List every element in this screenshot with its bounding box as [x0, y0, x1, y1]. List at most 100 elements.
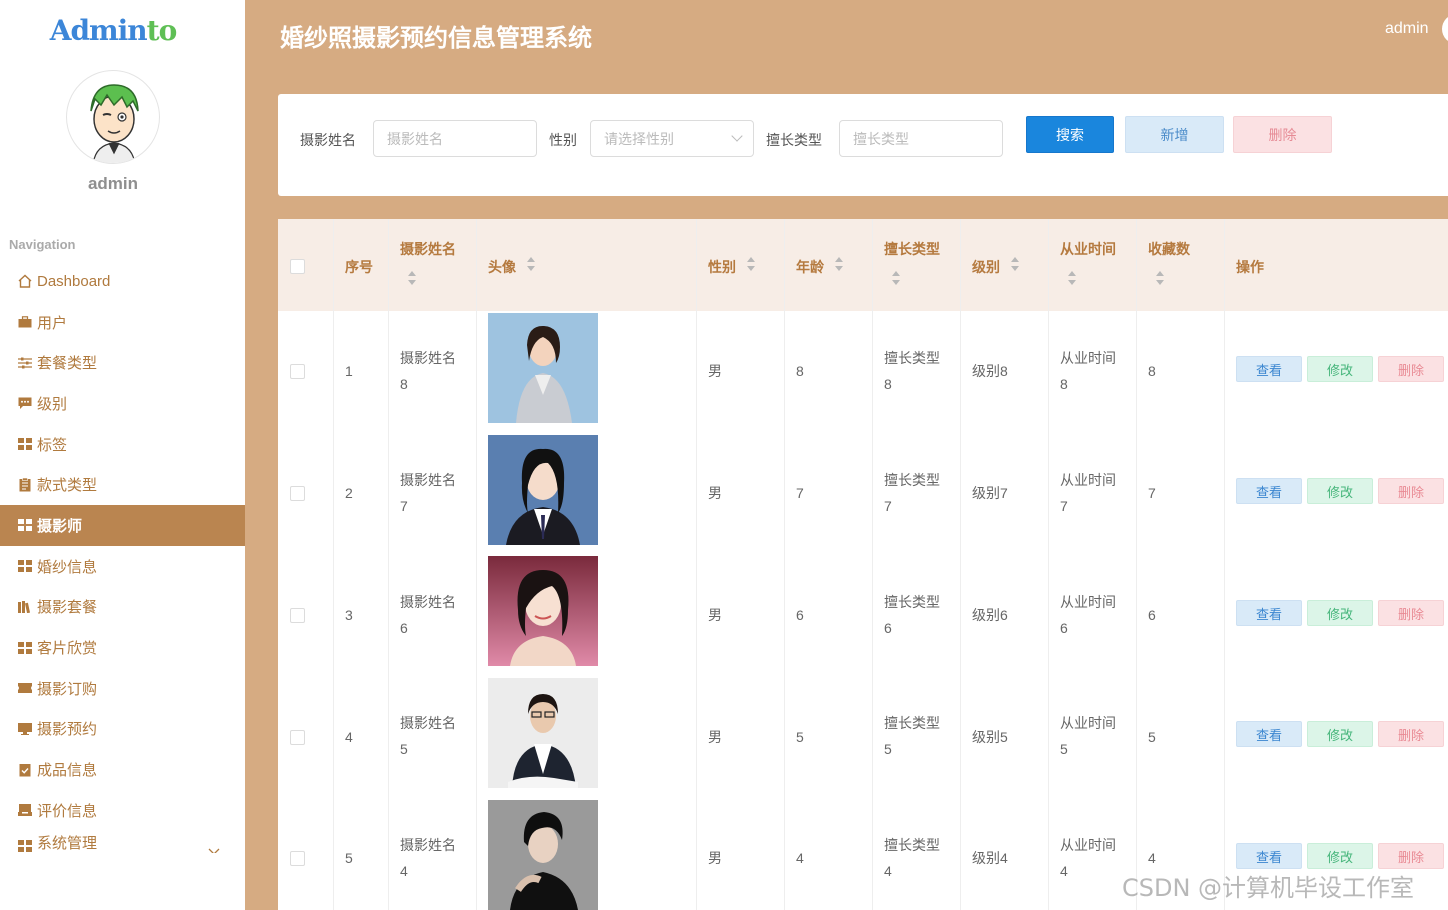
view-button[interactable]: 查看 [1236, 843, 1302, 869]
edit-button[interactable]: 修改 [1307, 843, 1373, 869]
cell-years-line1: 从业时间 [1060, 594, 1116, 610]
avatar-photo[interactable] [488, 435, 598, 545]
sidebar-item-dashboard[interactable]: Dashboard [0, 261, 245, 302]
cell-age: 4 [796, 850, 804, 866]
view-button[interactable]: 查看 [1236, 478, 1302, 504]
edit-button[interactable]: 修改 [1307, 478, 1373, 504]
cell-years-line2: 4 [1060, 863, 1068, 879]
delete-button[interactable]: 删除 [1378, 478, 1444, 504]
cell-type-line2: 5 [884, 741, 892, 757]
edit-button[interactable]: 修改 [1307, 600, 1373, 626]
home-icon [17, 274, 33, 289]
batch-delete-button[interactable]: 删除 [1233, 116, 1332, 153]
row-checkbox[interactable] [290, 486, 305, 501]
column-header-name[interactable]: 摄影姓名 [389, 219, 477, 311]
cell-age: 8 [796, 363, 804, 379]
cell-type-line1: 擅长类型 [884, 837, 940, 853]
sort-icon[interactable] [1011, 257, 1020, 271]
sidebar-item-style-types[interactable]: 款式类型 [0, 464, 245, 505]
sidebar-item-label: 级别 [37, 395, 68, 413]
cell-level: 级别4 [972, 850, 1008, 866]
grid-icon [17, 839, 33, 853]
cell-gender: 男 [708, 485, 722, 501]
view-button[interactable]: 查看 [1236, 600, 1302, 626]
sidebar-item-system[interactable]: 系统管理 [0, 831, 245, 853]
type-search-input[interactable]: 擅长类型 [839, 120, 1003, 157]
sort-icon[interactable] [408, 271, 417, 285]
column-label: 性别 [708, 259, 736, 275]
sidebar-item-package-types[interactable]: 套餐类型 [0, 342, 245, 383]
page-title: 婚纱照摄影预约信息管理系统 [280, 25, 592, 52]
column-header-level[interactable]: 级别 [961, 219, 1049, 311]
column-divider [1136, 219, 1137, 910]
column-header-avatar[interactable]: 头像 [477, 219, 697, 311]
cell-favorites: 5 [1148, 729, 1156, 745]
sidebar-item-label: 摄影师 [37, 517, 83, 535]
sort-icon[interactable] [527, 257, 536, 271]
edit-button[interactable]: 修改 [1307, 721, 1373, 747]
row-checkbox[interactable] [290, 851, 305, 866]
column-header-age[interactable]: 年龄 [785, 219, 873, 311]
sidebar-item-orders[interactable]: 摄影订购 [0, 668, 245, 709]
avatar-photo[interactable] [488, 556, 598, 666]
document-icon [17, 477, 33, 492]
cell-gender: 男 [708, 729, 722, 745]
sort-icon[interactable] [892, 271, 901, 285]
chevron-down-icon[interactable] [208, 845, 220, 853]
user-avatar[interactable] [1442, 14, 1448, 44]
sidebar-item-reviews[interactable]: 评价信息 [0, 790, 245, 831]
column-header-favorites[interactable]: 收藏数 [1137, 219, 1225, 311]
cell-age: 6 [796, 607, 804, 623]
sidebar-item-products[interactable]: 成品信息 [0, 749, 245, 790]
column-divider [476, 219, 477, 910]
add-button[interactable]: 新增 [1125, 116, 1224, 153]
row-checkbox[interactable] [290, 608, 305, 623]
sidebar-item-photo-packages[interactable]: 摄影套餐 [0, 587, 245, 628]
sidebar-item-tags[interactable]: 标签 [0, 424, 245, 465]
avatar-photo[interactable] [488, 800, 598, 910]
sidebar-item-gallery[interactable]: 客片欣赏 [0, 627, 245, 668]
sidebar-username: admin [87, 174, 139, 193]
row-checkbox[interactable] [290, 730, 305, 745]
sort-icon[interactable] [747, 257, 756, 271]
photographer-table: 序号 摄影姓名 头像 性别 年龄 擅长类型 级别 从业时间 收藏数 操作 1 摄… [278, 219, 1448, 910]
view-button[interactable]: 查看 [1236, 721, 1302, 747]
brand-logo[interactable]: Adminto [0, 14, 226, 47]
delete-button[interactable]: 删除 [1378, 356, 1444, 382]
sidebar-item-levels[interactable]: 级别 [0, 383, 245, 424]
avatar[interactable] [66, 70, 160, 164]
sort-icon[interactable] [835, 257, 844, 271]
sidebar-item-label: 用户 [37, 314, 68, 332]
sidebar-item-wedding-dress[interactable]: 婚纱信息 [0, 546, 245, 587]
cell-name-line1: 摄影姓名 [400, 350, 456, 366]
cell-type-line2: 6 [884, 620, 892, 636]
sidebar-item-users[interactable]: 用户 [0, 302, 245, 343]
column-header-years[interactable]: 从业时间 [1049, 219, 1137, 311]
view-button[interactable]: 查看 [1236, 356, 1302, 382]
sidebar-item-reservations[interactable]: 摄影预约 [0, 709, 245, 750]
avatar-photo[interactable] [488, 313, 598, 423]
sidebar-item-label: 成品信息 [37, 762, 98, 780]
edit-button[interactable]: 修改 [1307, 356, 1373, 382]
sort-icon[interactable] [1068, 271, 1077, 285]
cell-index: 2 [345, 485, 353, 501]
column-label: 擅长类型 [884, 241, 940, 257]
sidebar-item-photographers[interactable]: 摄影师 [0, 505, 245, 546]
avatar-photo[interactable] [488, 678, 598, 788]
sidebar-item-label: 婚纱信息 [37, 558, 98, 576]
delete-button[interactable]: 删除 [1378, 600, 1444, 626]
delete-button[interactable]: 删除 [1378, 721, 1444, 747]
name-search-input[interactable]: 摄影姓名 [373, 120, 537, 157]
comment-icon [17, 396, 33, 410]
column-header-type[interactable]: 擅长类型 [873, 219, 961, 311]
row-checkbox[interactable] [290, 364, 305, 379]
search-button[interactable]: 搜索 [1026, 116, 1114, 153]
column-header-gender[interactable]: 性别 [697, 219, 785, 311]
select-all-checkbox[interactable] [290, 259, 305, 274]
sort-icon[interactable] [1156, 271, 1165, 285]
cell-name-line2: 5 [400, 741, 408, 757]
gender-select[interactable]: 请选择性别 [590, 120, 754, 157]
header-username[interactable]: admin [1385, 20, 1429, 38]
delete-button[interactable]: 删除 [1378, 843, 1444, 869]
column-label: 从业时间 [1060, 241, 1116, 257]
